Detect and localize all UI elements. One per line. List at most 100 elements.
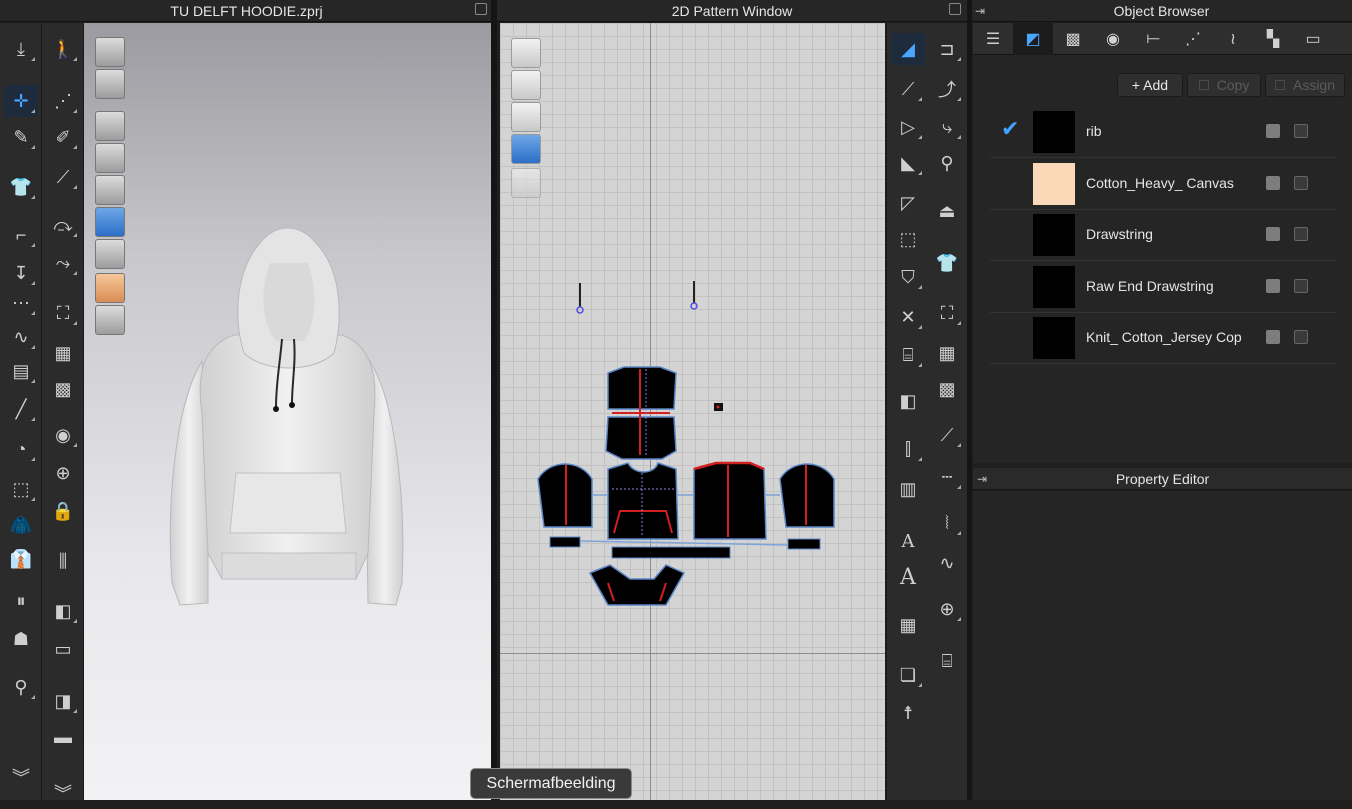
internal-polygon-icon[interactable]: ◸: [891, 187, 925, 219]
fabric-material-icon[interactable]: [1266, 227, 1280, 241]
pin-arrow-icon[interactable]: ⇥: [977, 468, 987, 490]
zipper-icon[interactable]: ⫼: [46, 545, 80, 577]
button-select-icon[interactable]: ⊕: [46, 457, 80, 489]
texture-2d-icon[interactable]: ▦: [930, 337, 964, 369]
avatar-jacket-icon[interactable]: 🧥: [4, 509, 38, 541]
drawstring-piece-left[interactable]: [576, 283, 584, 314]
texture-icon[interactable]: ▦: [46, 337, 80, 369]
tack-on-avatar-icon[interactable]: ⚲: [930, 147, 964, 179]
tape-icon[interactable]: ◧: [46, 595, 80, 627]
tab-puckering-icon[interactable]: ≀: [1213, 23, 1253, 55]
grading-icon[interactable]: ▦: [891, 609, 925, 641]
cuff-piece-left[interactable]: [549, 536, 581, 548]
tab-button-icon[interactable]: ◉: [1093, 23, 1133, 55]
edit-pin-icon[interactable]: ✎: [4, 121, 38, 153]
topstitch-2d-icon[interactable]: ⛶: [930, 297, 964, 329]
measure-icon[interactable]: ↧: [4, 257, 38, 289]
walking-avatar-icon[interactable]: 🚶: [46, 33, 80, 65]
pin-arrow-icon[interactable]: ⇥: [975, 0, 985, 22]
checker-2d-icon[interactable]: ▩: [930, 373, 964, 405]
shirt-icon[interactable]: 👔: [4, 543, 38, 575]
fabric-add-icon[interactable]: [1294, 176, 1308, 190]
rectangle-icon[interactable]: ◣: [891, 147, 925, 179]
fabric-row[interactable]: Drawstring: [990, 210, 1336, 261]
drawstring-piece-right[interactable]: [690, 281, 698, 310]
select-move-icon[interactable]: ✛: [4, 85, 38, 117]
pants-icon[interactable]: ⏸: [4, 585, 38, 617]
cuff-piece-right[interactable]: [787, 538, 821, 550]
curve-icon[interactable]: ⤳: [46, 247, 80, 279]
roll-icon[interactable]: ▭: [46, 633, 80, 665]
popout-icon[interactable]: [949, 3, 961, 15]
sewing-segment-icon[interactable]: ⊐: [930, 33, 964, 65]
fabric-row[interactable]: Knit_ Cotton_Jersey Cop: [990, 313, 1336, 364]
raw-end-piece[interactable]: [714, 403, 723, 411]
tack-icon[interactable]: ⌐: [4, 219, 38, 251]
cut-icon[interactable]: ✕: [891, 301, 925, 333]
shirt-2d-icon[interactable]: 👕: [930, 247, 964, 279]
fabric-add-icon[interactable]: [1294, 124, 1308, 138]
line-2d-icon[interactable]: ⟋: [930, 419, 964, 451]
add-fabric-icon[interactable]: ⊕: [930, 593, 964, 625]
fabric-row[interactable]: Raw End Drawstring: [990, 262, 1336, 313]
fabric-row[interactable]: ✔ rib: [990, 107, 1336, 158]
back-body-piece[interactable]: [693, 462, 767, 540]
sewing-multi-icon[interactable]: ⤷: [930, 111, 964, 143]
front-body-piece[interactable]: [607, 462, 679, 540]
fabric-add-icon[interactable]: [1294, 227, 1308, 241]
tab-list-icon[interactable]: ☰: [973, 23, 1013, 55]
tab-trims-icon[interactable]: ▚: [1253, 23, 1293, 55]
3d-viewport[interactable]: [84, 23, 491, 800]
tee-measure-icon[interactable]: ⚲: [4, 671, 38, 703]
expand-icon[interactable]: ︾: [46, 777, 80, 809]
bend-icon[interactable]: ⤼: [46, 209, 80, 241]
ruler-icon[interactable]: ▤: [4, 355, 38, 387]
shirring-icon[interactable]: ∿: [930, 547, 964, 579]
simulation-icon[interactable]: ⤓: [4, 33, 38, 65]
avatar-icon[interactable]: ☗: [4, 623, 38, 655]
internal-rectangle-icon[interactable]: ⬚: [891, 223, 925, 255]
lasso-icon[interactable]: ∿: [4, 321, 38, 353]
fabric-material-icon[interactable]: [1266, 330, 1280, 344]
garment-select-icon[interactable]: 👕: [4, 171, 38, 203]
needle-icon[interactable]: ╱: [4, 393, 38, 425]
lock-icon[interactable]: 🔒: [46, 495, 80, 527]
transform-pattern-icon[interactable]: ◢: [891, 33, 925, 65]
polygon-icon[interactable]: ▷: [891, 111, 925, 143]
add-button[interactable]: + Add: [1117, 73, 1183, 97]
shield-pattern-icon[interactable]: ⛉: [891, 261, 925, 293]
dart-icon[interactable]: ⌸: [891, 339, 925, 371]
fabric-material-icon[interactable]: [1266, 124, 1280, 138]
segment-ruler-icon[interactable]: ▥: [891, 473, 925, 505]
puckering-icon[interactable]: ◨: [46, 685, 80, 717]
fabric-add-icon[interactable]: [1294, 279, 1308, 293]
fold-icon[interactable]: ⋰: [46, 85, 80, 117]
gift-icon[interactable]: ⌸: [930, 645, 964, 677]
popout-icon[interactable]: [475, 3, 487, 15]
viewport-divider[interactable]: [491, 0, 497, 800]
iron-tool-icon[interactable]: ⏏: [930, 195, 964, 227]
panel-divider[interactable]: [967, 0, 972, 800]
dashed-line-icon[interactable]: ┄: [930, 461, 964, 493]
topstitch-icon[interactable]: ⛶: [46, 297, 80, 329]
tab-fabric-icon[interactable]: ◩: [1013, 23, 1053, 55]
hood-piece-top[interactable]: [607, 366, 677, 410]
pin-edit-icon[interactable]: ✐: [46, 121, 80, 153]
points-icon[interactable]: ⋯: [4, 287, 38, 319]
fabric-material-icon[interactable]: [1266, 279, 1280, 293]
elastic-icon[interactable]: ⦚: [930, 507, 964, 539]
2d-pattern-canvas[interactable]: [500, 23, 885, 800]
text-icon[interactable]: A: [891, 525, 925, 557]
expand-icon[interactable]: ︾: [4, 761, 38, 793]
tab-graphic-icon[interactable]: ▩: [1053, 23, 1093, 55]
notch-icon[interactable]: ⫿: [891, 433, 925, 465]
text-large-icon[interactable]: A: [891, 561, 925, 593]
gradient-icon[interactable]: ▬: [46, 721, 80, 753]
fold-arrangement-icon[interactable]: ◧: [891, 385, 925, 417]
fabric-material-icon[interactable]: [1266, 176, 1280, 190]
button-icon[interactable]: ◉: [46, 419, 80, 451]
pattern-layers-icon[interactable]: ❏: [891, 659, 925, 691]
iron-icon[interactable]: ⟋: [46, 161, 80, 193]
pocket-piece[interactable]: [588, 564, 686, 606]
sewing-free-icon[interactable]: ⤴: [930, 73, 964, 105]
